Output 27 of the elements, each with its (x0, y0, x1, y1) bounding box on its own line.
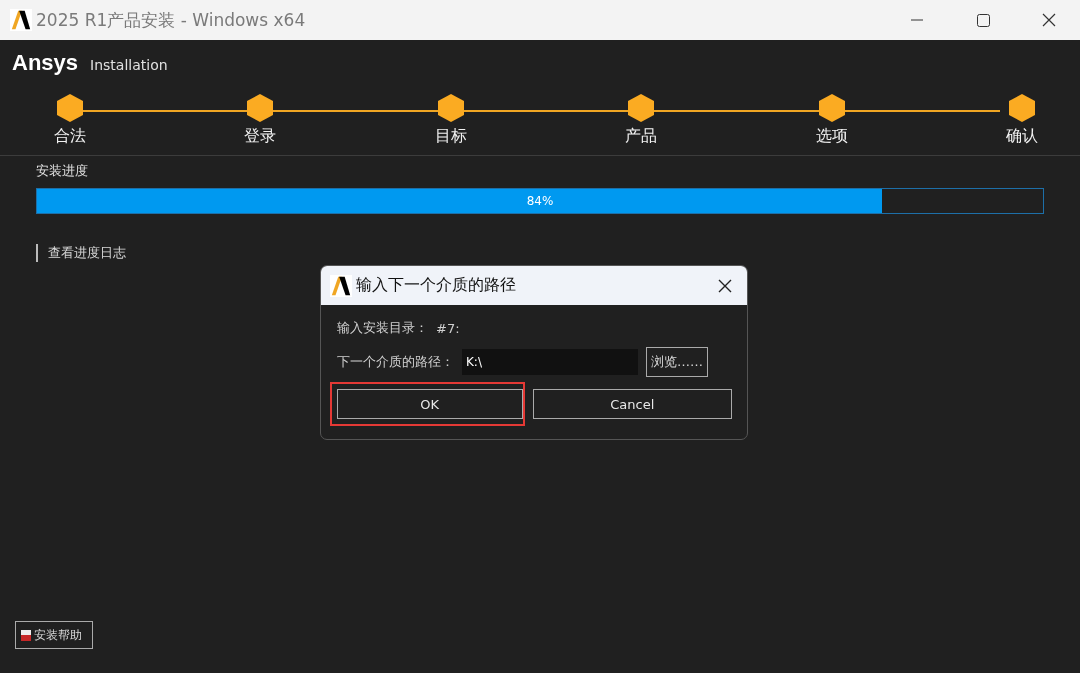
pdf-icon (21, 629, 31, 641)
app-logo-icon (330, 274, 352, 297)
ok-button[interactable]: OK (337, 389, 523, 419)
progress-label: 安装进度 (36, 162, 89, 180)
step-label: 选项 (815, 126, 848, 147)
progress-reading: 84% (526, 194, 554, 208)
app-logo-icon (10, 9, 32, 31)
step-label: 登录 (244, 126, 277, 147)
step-label: 确认 (1005, 126, 1038, 147)
step-label: 合法 (54, 126, 86, 147)
maximize-icon (976, 13, 990, 27)
dialog-title: 输入下一个介质的路径 (356, 275, 517, 296)
step-label: 产品 (625, 126, 658, 147)
step-label: 目标 (434, 126, 467, 147)
install-dir-label: 输入安装目录： (337, 319, 428, 337)
install-dir-value: #7: (436, 320, 460, 336)
install-help-button[interactable]: 安装帮助 (15, 621, 93, 649)
path-label: 下一个介质的路径： (337, 353, 454, 371)
path-input-field[interactable]: K:\ (462, 349, 638, 375)
brand-logo: Ansys (12, 50, 79, 76)
close-icon (1042, 13, 1056, 27)
cancel-button[interactable]: Cancel (532, 389, 732, 419)
close-icon (718, 278, 732, 293)
view-log-link[interactable]: 查看进度日志 (36, 244, 126, 262)
header-subtitle: Installation (90, 57, 168, 73)
window-title: 2025 R1产品安装 - Windows x64 (36, 8, 307, 32)
browse-button[interactable]: 浏览…… (646, 347, 708, 377)
